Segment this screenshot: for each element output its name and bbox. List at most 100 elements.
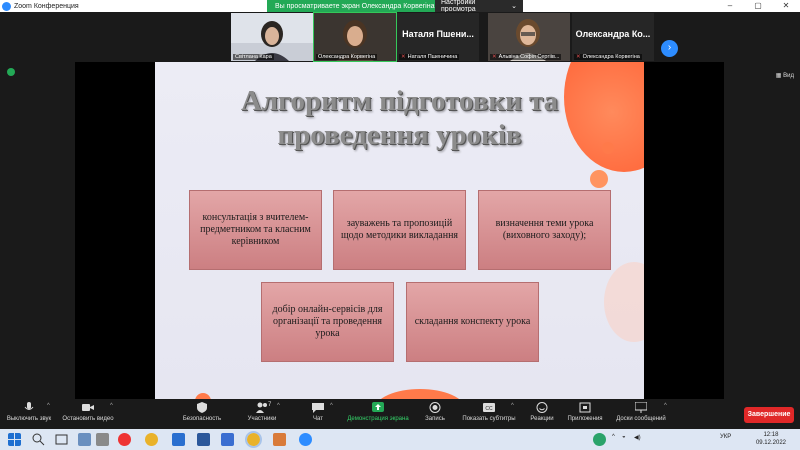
search-icon[interactable] — [32, 433, 45, 446]
apps-icon — [579, 402, 591, 413]
language-indicator[interactable]: УКР — [720, 434, 731, 440]
app-icon[interactable] — [221, 433, 234, 446]
participant-name: ✕ Олександра Корвегіна — [574, 54, 642, 60]
video-camera-icon — [82, 404, 94, 411]
participant-tile[interactable]: Світлана Кара — [231, 13, 313, 61]
record-icon — [429, 402, 441, 413]
view-button-label: Вид — [783, 73, 794, 79]
view-banner: Вы просматриваете экран Олександра Корве… — [267, 0, 443, 12]
whiteboard-label: Доски сообщений — [616, 416, 666, 422]
chevron-up-icon[interactable]: ^ — [110, 403, 113, 409]
end-meeting-button[interactable]: Завершение — [744, 407, 794, 423]
security-label: Безопасность — [182, 416, 222, 422]
view-banner-text: Вы просматриваете экран Олександра Корве… — [275, 2, 435, 10]
windows-taskbar: ^ ◒ ◀) УКР 12:18 09.12.2022 — [0, 429, 800, 450]
chat-button[interactable]: Чат — [305, 401, 331, 428]
chevron-up-icon[interactable]: ^ — [511, 403, 514, 409]
view-button[interactable]: ▦ Вид — [776, 72, 794, 79]
captions-icon: CC — [483, 403, 495, 412]
encryption-shield-icon[interactable] — [7, 68, 15, 76]
view-options-button[interactable]: Настройки просмотра ⌄ — [435, 0, 523, 13]
apps-button[interactable]: Приложения — [565, 401, 605, 428]
participant-big-name: Наталя Пшени... — [402, 29, 474, 39]
participant-big-name: Олександра Ко... — [575, 29, 651, 39]
volume-icon[interactable]: ◀) — [634, 434, 641, 441]
slide-box: консультація з вчителем-предметником та … — [189, 190, 322, 270]
stop-video-button[interactable]: Остановить видео — [58, 401, 118, 428]
captions-button[interactable]: CC Показать субтитры — [459, 401, 519, 428]
settings-app-icon[interactable] — [96, 433, 109, 446]
participant-name: ✕ Наталя Пшеничина — [399, 54, 460, 60]
shared-screen: Алгоритм підготовки та проведення уроків… — [75, 62, 724, 399]
zoom-app-icon[interactable] — [299, 433, 312, 446]
task-view-icon[interactable] — [55, 433, 68, 446]
participant-tile[interactable]: Наталя Пшени... ✕ Наталя Пшеничина — [397, 13, 479, 61]
apps-label: Приложения — [567, 416, 603, 422]
decorative-blob — [375, 389, 465, 399]
svg-text:CC: CC — [485, 406, 493, 412]
chevron-up-icon[interactable]: ^ — [664, 403, 667, 409]
security-button[interactable]: Безопасность — [178, 401, 226, 428]
slide-box: добір онлайн-сервісів для організації та… — [261, 282, 394, 362]
file-manager-icon[interactable] — [172, 433, 185, 446]
zoom-logo-icon — [2, 1, 11, 11]
clock-date: 09.12.2022 — [755, 440, 786, 446]
mic-muted-icon: ✕ — [576, 54, 581, 60]
word-icon[interactable] — [197, 433, 210, 446]
chevron-up-icon[interactable]: ^ — [277, 403, 280, 409]
window-controls: – ▢ ✕ — [716, 0, 800, 12]
slide-box: зауважень та пропозицій щодо методики ви… — [333, 190, 466, 270]
share-screen-icon — [372, 402, 384, 412]
chrome-icon[interactable] — [145, 433, 158, 446]
chrome-icon[interactable] — [245, 431, 262, 448]
participants-count: 7 — [268, 402, 272, 408]
windows-start-icon[interactable] — [8, 433, 21, 446]
meeting-toolbar: Выключить звук ^ Остановить видео ^ Безо… — [0, 399, 800, 429]
whiteboard-icon — [635, 402, 647, 413]
participants-icon — [256, 402, 267, 413]
participant-name: Світлана Кара — [233, 54, 274, 60]
reactions-label: Реакции — [530, 416, 554, 422]
chat-label: Чат — [313, 416, 323, 422]
app-icon[interactable] — [273, 433, 286, 446]
mute-label: Выключить звук — [6, 416, 52, 422]
chevron-right-icon: › — [667, 42, 672, 53]
close-icon[interactable]: ✕ — [772, 0, 800, 12]
shield-icon — [197, 402, 207, 413]
chat-icon — [312, 403, 324, 413]
smile-icon — [536, 402, 548, 413]
mic-muted-icon: ✕ — [401, 54, 406, 60]
participants-label: Участники — [247, 416, 277, 422]
opera-icon[interactable] — [118, 433, 131, 446]
whiteboard-button[interactable]: Доски сообщений — [612, 401, 670, 428]
clock-time: 12:18 — [763, 432, 779, 438]
minimize-icon[interactable]: – — [716, 0, 744, 12]
share-screen-button[interactable]: Демонстрация экрана — [343, 401, 413, 428]
participant-tile[interactable]: Олександра Ко... ✕ Олександра Корвегіна — [572, 13, 654, 61]
explorer-app-icon[interactable] — [78, 433, 91, 446]
presentation-slide: Алгоритм підготовки та проведення уроків… — [155, 62, 644, 399]
record-button[interactable]: Запись — [420, 401, 450, 428]
network-icon[interactable]: ◒ — [622, 434, 626, 440]
tray-icon[interactable] — [593, 433, 606, 446]
slide-title: Алгоритм підготовки та проведення уроків — [155, 84, 644, 152]
participant-tile[interactable]: ✕ Альвіна Софія Сергіів... — [488, 13, 570, 61]
clock[interactable]: 12:18 09.12.2022 — [756, 431, 786, 447]
slide-box: складання конспекту урока — [406, 282, 539, 362]
decorative-dot — [590, 170, 608, 188]
decorative-blob — [604, 262, 644, 342]
participant-strip: Світлана Кара Олександра Корвегіна Натал… — [0, 12, 800, 62]
next-page-button[interactable]: › — [661, 40, 678, 57]
maximize-icon[interactable]: ▢ — [744, 0, 772, 12]
chevron-up-icon[interactable]: ^ — [330, 403, 333, 409]
grid-view-icon: ▦ — [775, 73, 782, 79]
participant-tile[interactable]: Олександра Корвегіна — [313, 12, 397, 62]
chevron-down-icon: ⌄ — [509, 3, 517, 10]
slide-title-line: проведення уроків — [277, 119, 522, 151]
participant-name: Олександра Корвегіна — [316, 54, 378, 60]
reactions-button[interactable]: Реакции — [527, 401, 557, 428]
mic-muted-icon: ✕ — [492, 54, 497, 60]
chevron-up-icon[interactable]: ^ — [47, 403, 50, 409]
tray-chevron-icon[interactable]: ^ — [612, 434, 615, 440]
slide-box: визначення теми урока (виховного заходу)… — [478, 190, 611, 270]
